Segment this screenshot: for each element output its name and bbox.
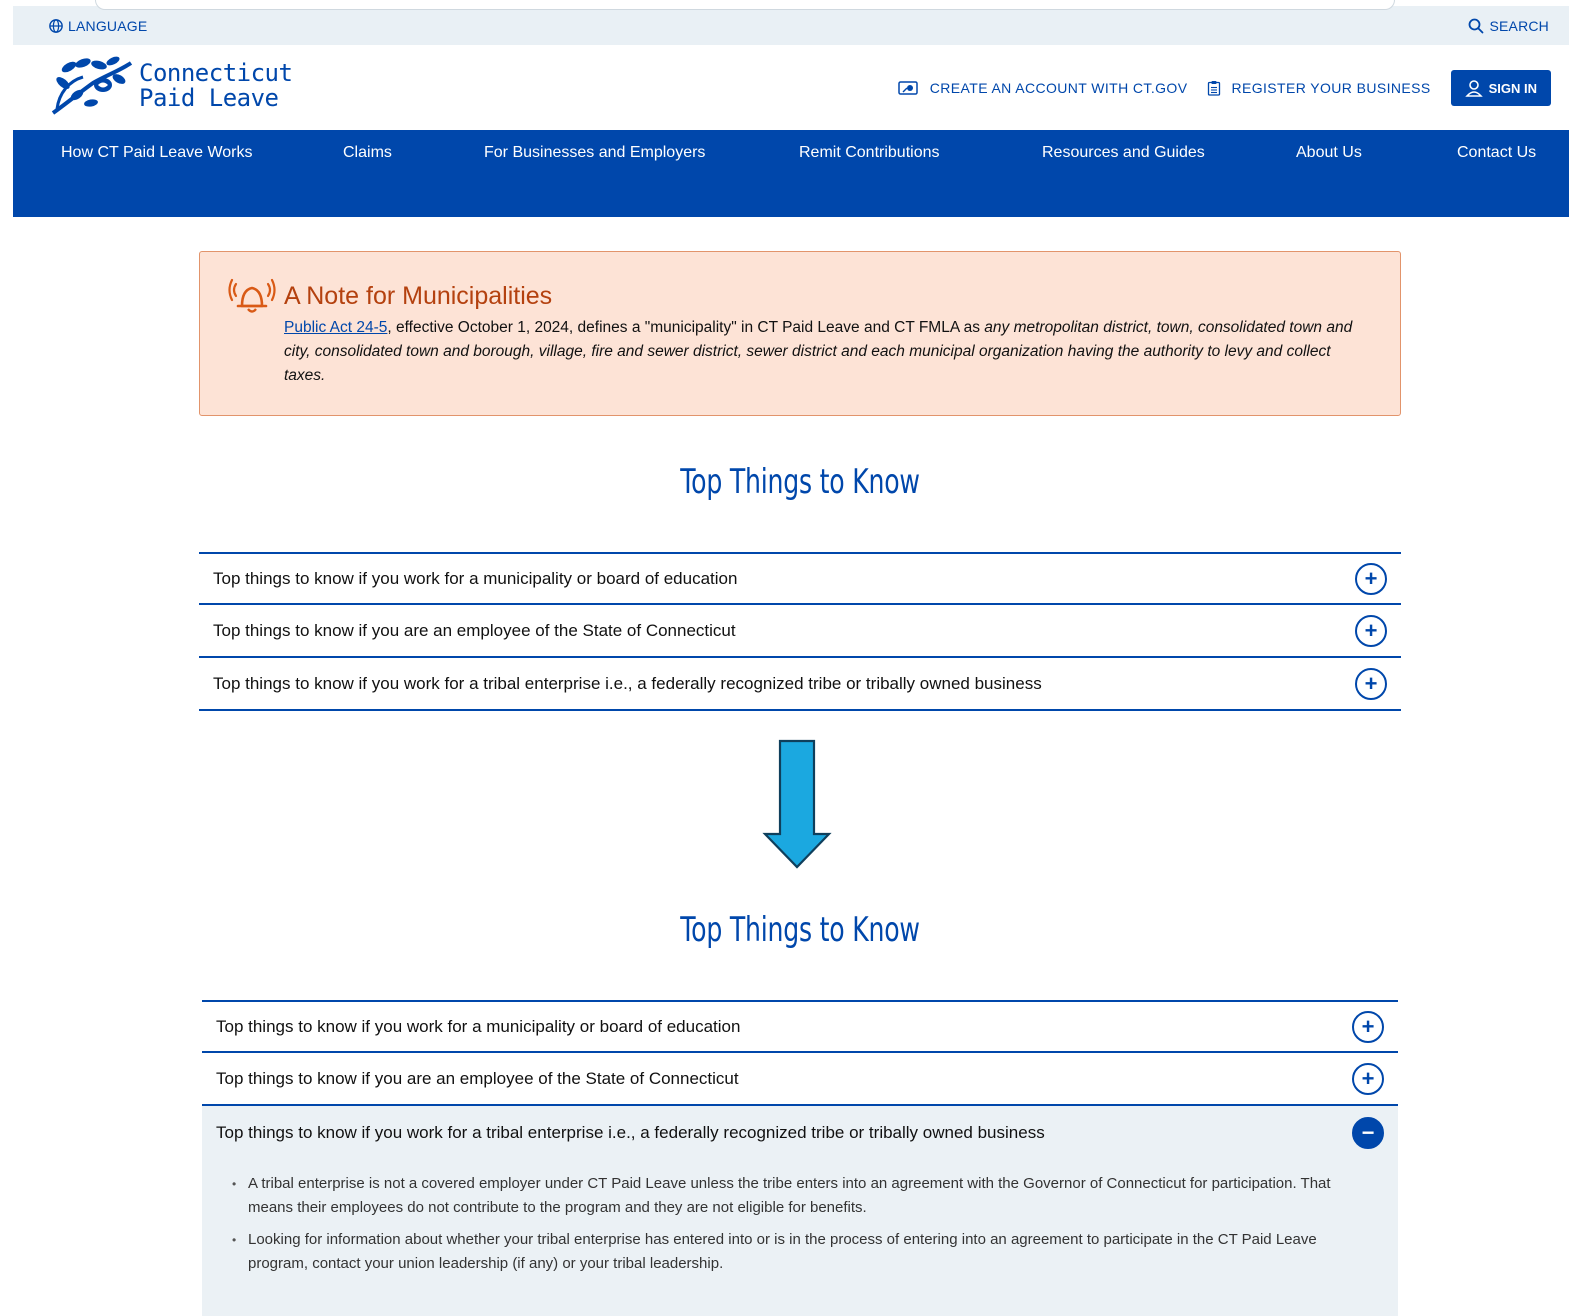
search-pill-edge: [95, 0, 1395, 10]
accordion-item-label: Top things to know if you work for a tri…: [216, 1122, 1045, 1142]
note-title: A Note for Municipalities: [284, 282, 553, 310]
note-body: Public Act 24-5, effective October 1, 20…: [284, 316, 1374, 388]
public-act-link[interactable]: Public Act 24-5: [284, 319, 387, 336]
expand-plus-icon[interactable]: +: [1355, 562, 1387, 595]
main-nav: How CT Paid Leave Works Claims For Busin…: [13, 130, 1569, 217]
nav-about-us[interactable]: About Us: [1296, 144, 1362, 162]
faq-accordion: Top things to know if you work for a mun…: [199, 552, 1401, 711]
create-account-label: CREATE AN ACCOUNT WITH CT.GOV: [929, 80, 1188, 96]
utility-bar: LANGUAGE SEARCH: [13, 0, 1569, 45]
language-label: LANGUAGE: [68, 18, 148, 34]
collapse-minus-icon[interactable]: −: [1352, 1116, 1384, 1149]
sign-in-button[interactable]: SIGN IN: [1450, 70, 1551, 106]
search-icon: [1469, 18, 1484, 34]
list-item: Looking for information about whether yo…: [232, 1228, 1358, 1276]
accordion-item-label: Top things to know if you are an employe…: [213, 620, 736, 640]
nav-remit-contributions[interactable]: Remit Contributions: [799, 144, 940, 162]
sign-in-label: SIGN IN: [1488, 80, 1537, 96]
accordion-item-state-employee[interactable]: Top things to know if you are an employe…: [202, 1053, 1398, 1106]
accordion-item-municipality[interactable]: Top things to know if you work for a mun…: [202, 1000, 1398, 1053]
expand-plus-icon[interactable]: +: [1355, 667, 1387, 700]
tree-logo-icon: [51, 56, 133, 115]
note-body-text: , effective October 1, 2024, defines a "…: [387, 319, 985, 336]
nav-resources-guides[interactable]: Resources and Guides: [1042, 144, 1205, 162]
search-label: SEARCH: [1489, 18, 1549, 34]
section-title: Top Things to Know: [680, 462, 920, 502]
nav-how-it-works[interactable]: How CT Paid Leave Works: [61, 144, 252, 162]
accordion-item-tribal-enterprise[interactable]: Top things to know if you work for a tri…: [202, 1106, 1398, 1159]
id-card-icon: [898, 81, 918, 95]
bullet-list: A tribal enterprise is not a covered emp…: [232, 1172, 1358, 1276]
accordion-item-state-employee[interactable]: Top things to know if you are an employe…: [199, 605, 1401, 658]
expand-plus-icon[interactable]: +: [1355, 614, 1387, 647]
nav-claims[interactable]: Claims: [343, 144, 392, 162]
municipalities-note: A Note for Municipalities Public Act 24-…: [199, 251, 1401, 416]
nav-businesses-employers[interactable]: For Businesses and Employers: [484, 144, 705, 162]
create-account-link[interactable]: CREATE AN ACCOUNT WITH CT.GOV: [898, 80, 1188, 96]
accordion-item-label: Top things to know if you are an employe…: [216, 1068, 739, 1088]
accordion-item-tribal-enterprise[interactable]: Top things to know if you work for a tri…: [199, 658, 1401, 711]
logo-line-2: Paid Leave: [139, 84, 279, 112]
user-icon: [1464, 80, 1483, 97]
site-header: Connecticut Paid Leave CREATE AN ACCOUNT…: [13, 45, 1569, 130]
accordion-item-label: Top things to know if you work for a mun…: [216, 1016, 741, 1036]
logo-line-1: Connecticut: [139, 59, 293, 87]
expand-plus-icon[interactable]: +: [1352, 1010, 1384, 1043]
register-business-link[interactable]: REGISTER YOUR BUSINESS: [1207, 80, 1430, 96]
language-selector[interactable]: LANGUAGE: [49, 18, 147, 34]
accordion-item-label: Top things to know if you work for a tri…: [213, 673, 1042, 693]
site-logo[interactable]: Connecticut Paid Leave: [49, 53, 293, 119]
section-title: Top Things to Know: [680, 910, 920, 950]
expand-plus-icon[interactable]: +: [1352, 1062, 1384, 1095]
logo-wordmark: Connecticut Paid Leave: [139, 59, 293, 112]
register-business-label: REGISTER YOUR BUSINESS: [1231, 80, 1431, 96]
header-actions: CREATE AN ACCOUNT WITH CT.GOV REGISTER Y…: [898, 70, 1551, 106]
accordion-item-label: Top things to know if you work for a mun…: [213, 568, 738, 588]
globe-icon: [49, 19, 63, 33]
accordion-panel: A tribal enterprise is not a covered emp…: [202, 1159, 1398, 1316]
search-button[interactable]: SEARCH: [1468, 18, 1549, 34]
clipboard-icon: [1208, 81, 1221, 96]
down-arrow-icon: [762, 739, 832, 869]
nav-contact-us[interactable]: Contact Us: [1457, 144, 1536, 162]
faq-accordion-expanded: Top things to know if you work for a mun…: [202, 1000, 1398, 1316]
accordion-item-municipality[interactable]: Top things to know if you work for a mun…: [199, 552, 1401, 605]
bell-alert-icon: [228, 278, 276, 313]
list-item: A tribal enterprise is not a covered emp…: [232, 1172, 1358, 1220]
